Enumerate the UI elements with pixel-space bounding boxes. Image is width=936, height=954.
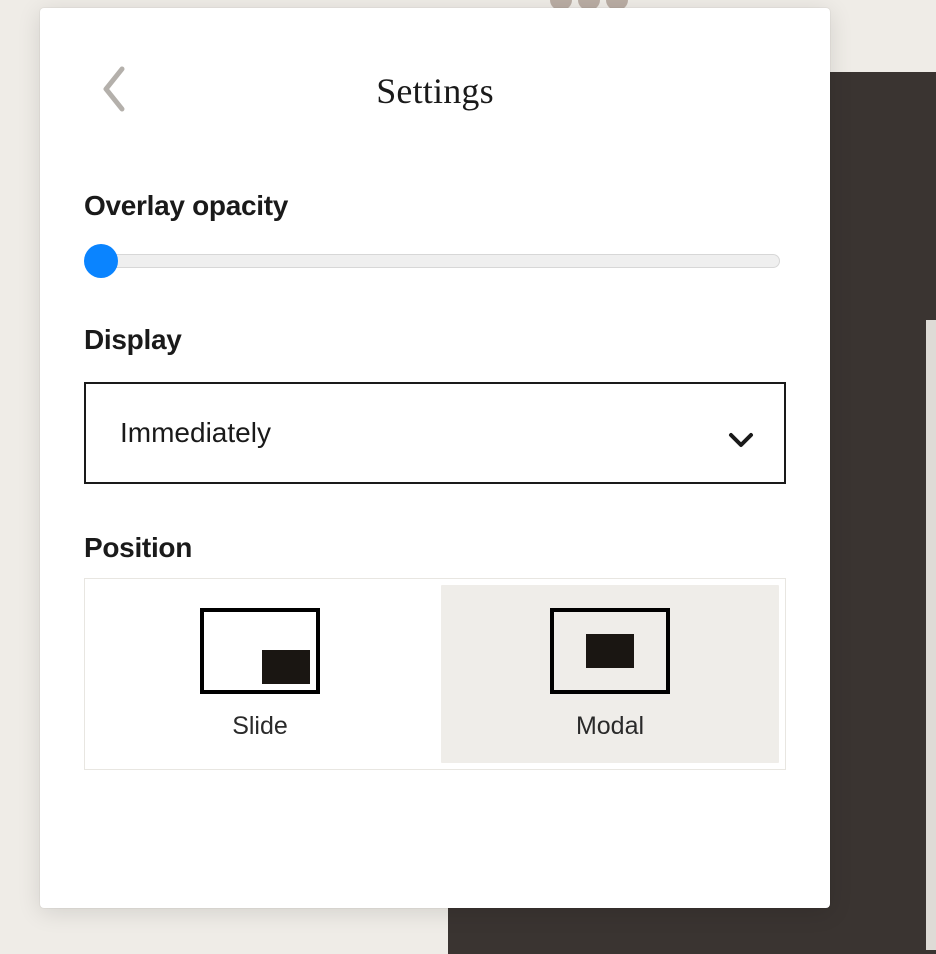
position-section: Position Slide Modal — [84, 532, 786, 770]
slide-thumbnail — [200, 608, 320, 694]
display-section: Display Immediately — [84, 324, 786, 484]
slider-track — [88, 254, 780, 268]
slider-thumb[interactable] — [84, 244, 118, 278]
panel-header: Settings — [84, 52, 786, 130]
panel-title: Settings — [376, 70, 494, 112]
chevron-down-icon — [728, 424, 754, 456]
display-selected-value: Immediately — [120, 417, 271, 449]
overlay-opacity-label: Overlay opacity — [84, 190, 786, 222]
position-option-slide[interactable]: Slide — [91, 585, 429, 763]
position-option-label: Modal — [576, 712, 644, 741]
background-right-strip — [926, 320, 936, 950]
position-option-modal[interactable]: Modal — [441, 585, 779, 763]
position-label: Position — [84, 532, 786, 564]
position-options: Slide Modal — [84, 578, 786, 770]
modal-thumbnail — [550, 608, 670, 694]
display-label: Display — [84, 324, 786, 356]
modal-thumbnail-block — [586, 634, 634, 668]
chevron-left-icon — [100, 65, 128, 113]
position-option-label: Slide — [232, 712, 288, 741]
overlay-opacity-section: Overlay opacity — [84, 190, 786, 276]
overlay-opacity-slider[interactable] — [84, 236, 784, 276]
slide-thumbnail-block — [262, 650, 310, 684]
back-button[interactable] — [92, 62, 136, 116]
display-select[interactable]: Immediately — [84, 382, 786, 484]
settings-panel: Settings Overlay opacity Display Immedia… — [40, 8, 830, 908]
